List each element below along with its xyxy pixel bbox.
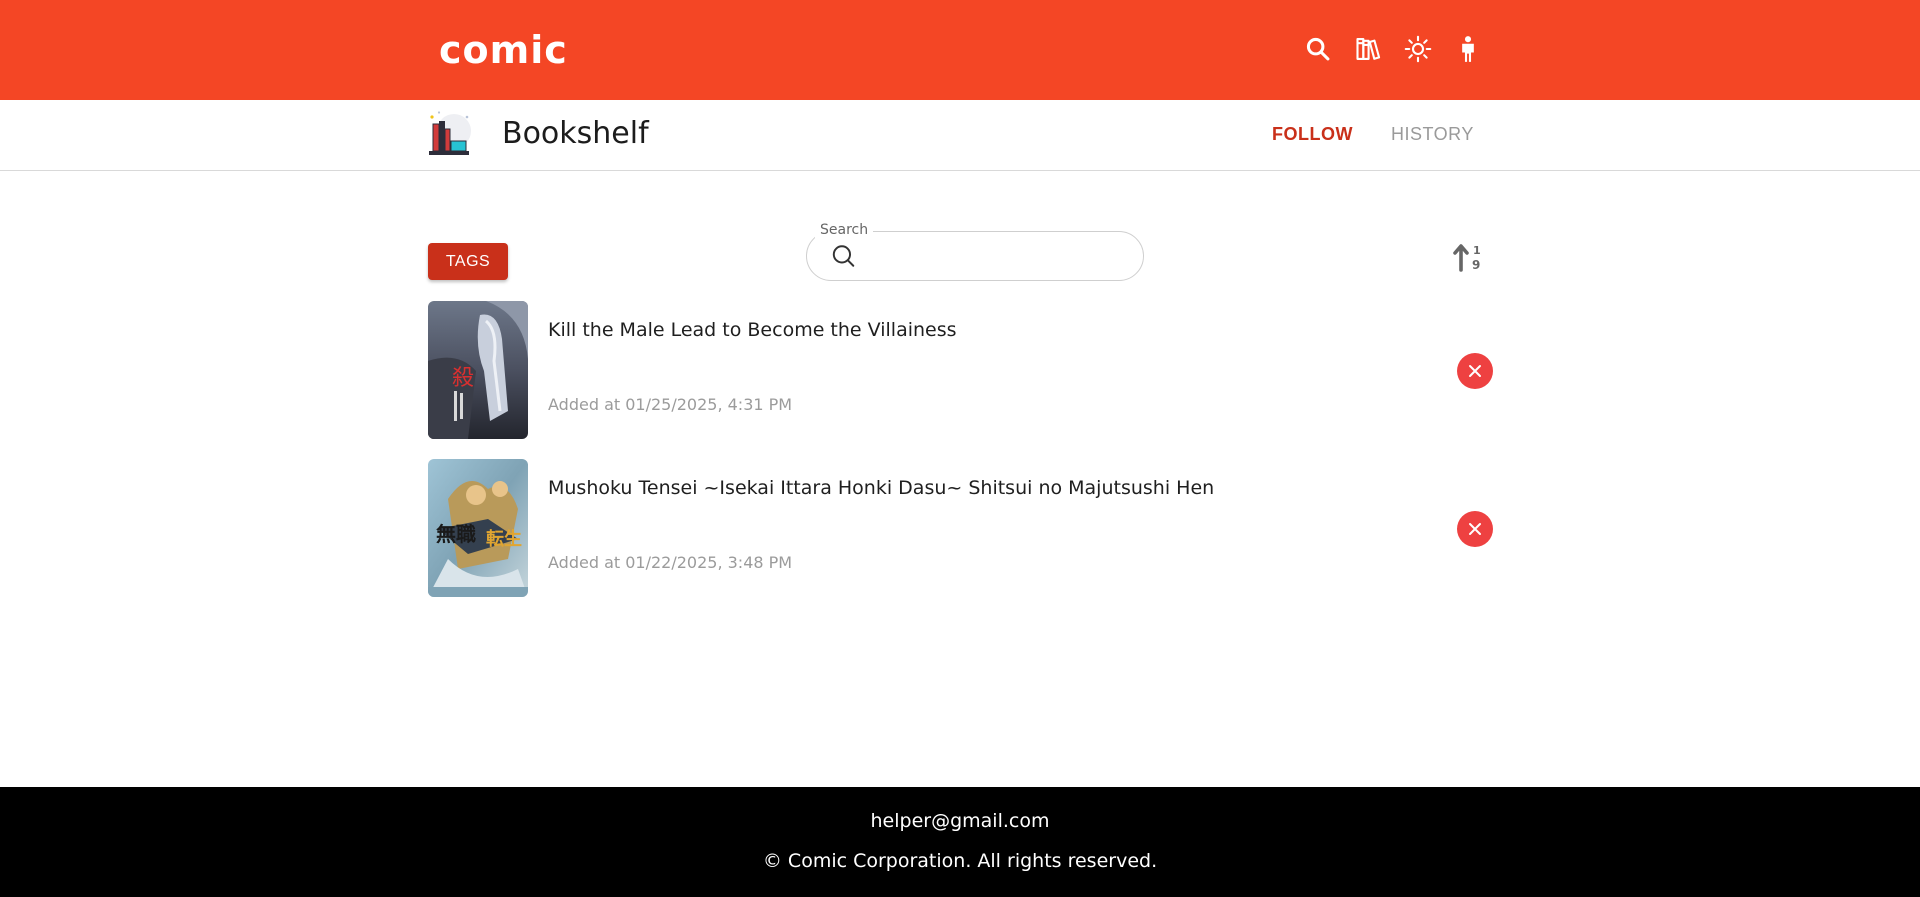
footer — [0, 787, 1920, 897]
svg-text:9: 9 — [1472, 258, 1480, 272]
svg-text:1: 1 — [1473, 244, 1481, 257]
item-added-date: Added at 01/25/2025, 4:31 PM — [548, 395, 793, 414]
search-icon — [832, 245, 855, 267]
tab-follow[interactable]: FOLLOW — [1272, 122, 1353, 146]
svg-text:転生: 転生 — [486, 528, 522, 550]
user-icon[interactable] — [1453, 34, 1483, 64]
list-item[interactable]: 無職 転生 Mushoku Tensei ~Isekai Ittara Honk… — [428, 459, 1494, 597]
top-navbar — [0, 0, 1920, 100]
search-input[interactable] — [862, 240, 1132, 272]
remove-button[interactable] — [1457, 353, 1493, 389]
search-icon[interactable] — [1303, 34, 1333, 64]
bookshelf-icon[interactable] — [1353, 34, 1383, 64]
tab-history[interactable]: HISTORY — [1391, 122, 1474, 146]
site-logo[interactable]: comic — [439, 28, 568, 72]
close-icon — [1469, 523, 1481, 535]
tags-button[interactable]: TAGS — [428, 243, 508, 280]
bookshelf-illustration — [429, 111, 471, 155]
svg-text:殺: 殺 — [452, 366, 474, 391]
cover-image[interactable]: 無職 転生 — [428, 459, 528, 597]
item-added-date: Added at 01/22/2025, 3:48 PM — [548, 553, 793, 572]
footer-email[interactable]: helper@gmail.com — [0, 808, 1920, 834]
footer-copyright: © Comic Corporation. All rights reserved… — [762, 850, 1158, 872]
remove-button[interactable] — [1457, 511, 1493, 547]
svg-text:無職: 無職 — [436, 522, 476, 546]
list-item[interactable]: 殺 Kill the Male Lead to Become the Villa… — [428, 301, 1494, 439]
page-title: Bookshelf — [502, 116, 649, 151]
item-title[interactable]: Kill the Male Lead to Become the Villain… — [548, 317, 957, 343]
bookshelf-header — [0, 100, 1920, 171]
item-title[interactable]: Mushoku Tensei ~Isekai Ittara Honki Dasu… — [548, 475, 1214, 501]
cover-image[interactable]: 殺 — [428, 301, 528, 439]
sort-numeric-ascending-icon[interactable]: 1 9 — [1450, 240, 1486, 274]
search-label: Search — [815, 221, 874, 239]
close-icon — [1469, 365, 1481, 377]
theme-sun-icon[interactable] — [1403, 34, 1433, 64]
